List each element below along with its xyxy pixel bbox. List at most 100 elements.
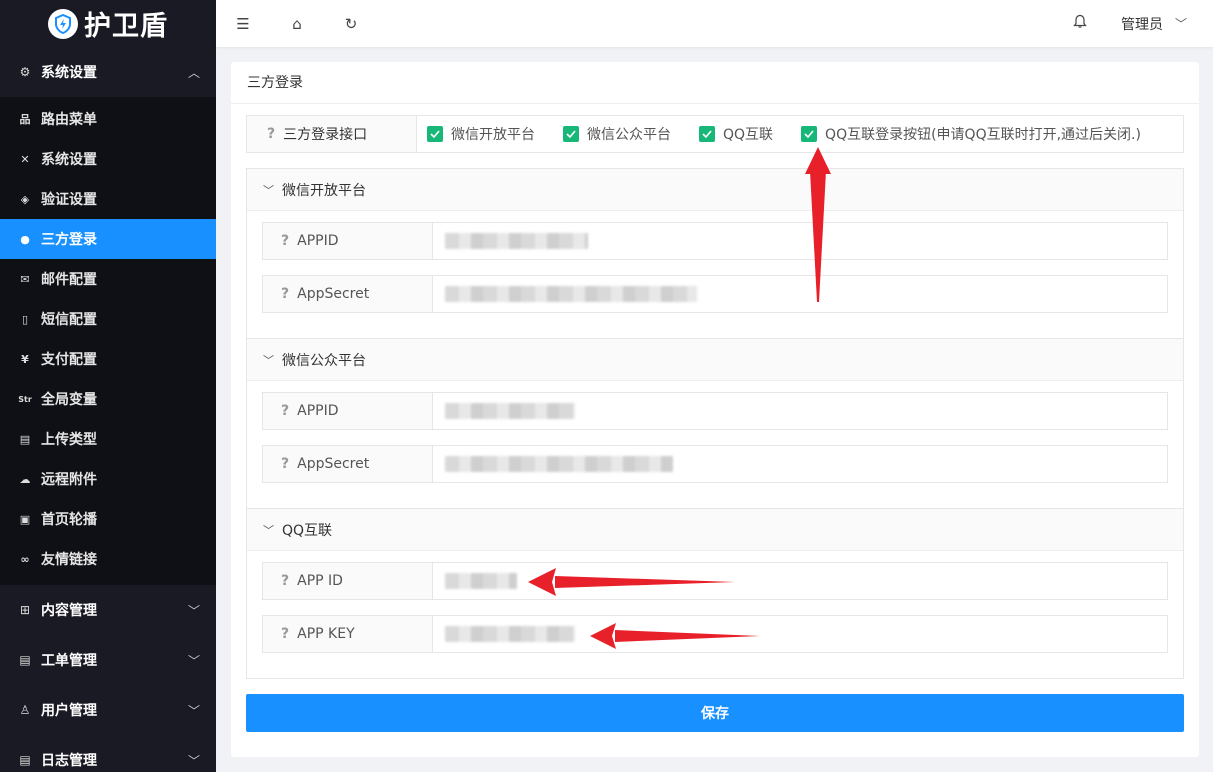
login-interface-row: ? 三方登录接口 微信开放平台 微信公众平台 QQ互联 QQ互联登录按钮(申请Q… [246, 115, 1184, 153]
user-name: 管理员 [1120, 16, 1163, 33]
sidebar-item-system-settings[interactable]: ✕ 系统设置 [0, 139, 216, 179]
sidebar-item-label: 上传类型 [41, 432, 97, 448]
sidebar-item-upload-types[interactable]: ▤ 上传类型 [0, 419, 216, 459]
sidebar-item-label: 支付配置 [41, 352, 97, 368]
field-appsecret: ? AppSecret [262, 445, 1168, 483]
ticket-icon: ▤ [19, 653, 31, 667]
help-icon[interactable]: ? [281, 403, 289, 419]
checkbox-qq[interactable]: QQ互联 [699, 124, 773, 144]
mail-icon: ✉ [20, 272, 30, 286]
chevron-down-icon: ﹀ [1174, 17, 1187, 31]
sidebar-item-label: 三方登录 [41, 232, 97, 248]
redacted-value [445, 286, 697, 302]
help-icon[interactable]: ? [281, 233, 289, 249]
checkbox-label: QQ互联登录按钮(申请QQ互联时打开,通过后关闭.) [825, 127, 1141, 143]
menu-toggle-icon[interactable]: ☰ [216, 15, 270, 33]
redacted-value [445, 403, 575, 419]
section-title: 微信公众平台 [282, 352, 366, 369]
shield-check-icon: ◈ [20, 192, 30, 206]
main-card: 三方登录 ? 三方登录接口 微信开放平台 微信公众平台 QQ互联 QQ互联登录按… [231, 62, 1199, 757]
menu-group-label: 工单管理 [41, 653, 97, 669]
sidebar-item-label: 友情链接 [41, 552, 97, 568]
chevron-down-icon: ﹀ [187, 603, 200, 618]
menu-group-content[interactable]: ⊞ 内容管理 ﹀ [0, 585, 216, 635]
user-icon: ♙ [19, 703, 31, 717]
help-icon[interactable]: ? [281, 626, 289, 642]
variable-icon: Str [18, 394, 32, 404]
chevron-down-icon: ﹀ [187, 703, 200, 718]
field-appid: ? APPID [262, 392, 1168, 430]
section-qq: ﹀ QQ互联 ? APP ID ? APP KEY [246, 508, 1184, 679]
sidebar-item-label: 远程附件 [41, 472, 97, 488]
help-icon[interactable]: ? [267, 126, 275, 142]
menu-group-logs[interactable]: ▤ 日志管理 ﹀ [0, 735, 216, 772]
logo[interactable]: 护卫盾 [0, 0, 216, 47]
sidebar: 护卫盾 ⚙ 系统设置 ︿ 品路由菜单 ✕ 系统设置 ◈ 验证设置 ● 三方登录 ✉ 邮件… [0, 0, 216, 772]
user-menu[interactable]: 管理员 ﹀ [1073, 14, 1213, 34]
checkbox-wechat-open[interactable]: 微信开放平台 [427, 124, 535, 144]
appid-input[interactable] [433, 223, 1167, 259]
sitemap-icon: 品 [19, 113, 31, 126]
sidebar-item-friend-links[interactable]: ∞ 友情链接 [0, 539, 216, 579]
sidebar-item-global-vars[interactable]: Str 全局变量 [0, 379, 216, 419]
section-title: QQ互联 [282, 522, 333, 539]
check-icon [427, 126, 443, 142]
section-wechat-open: ﹀ 微信开放平台 ? APPID ? AppSecret [246, 168, 1184, 339]
section-wechat-mp: ﹀ 微信公众平台 ? APPID ? AppSecret [246, 338, 1184, 509]
appsecret-input[interactable] [433, 276, 1167, 312]
field-label: APPID [297, 403, 339, 419]
sidebar-item-mail[interactable]: ✉ 邮件配置 [0, 259, 216, 299]
app-id-input[interactable] [433, 563, 1167, 599]
top-header: ☰ ⌂ ↻ 管理员 ﹀ [216, 0, 1213, 47]
section-header[interactable]: ﹀ 微信公众平台 [247, 339, 1183, 381]
file-icon: ▤ [19, 432, 31, 446]
shield-logo-icon [48, 8, 78, 39]
field-appsecret: ? AppSecret [262, 275, 1168, 313]
field-app-id: ? APP ID [262, 562, 1168, 600]
sidebar-item-payment[interactable]: ¥ 支付配置 [0, 339, 216, 379]
sidebar-item-label: 系统设置 [41, 152, 97, 168]
checkbox-label: QQ互联 [723, 127, 774, 143]
gear-icon: ⚙ [19, 65, 31, 79]
appsecret-input[interactable] [433, 446, 1167, 482]
help-icon[interactable]: ? [281, 286, 289, 302]
logo-text: 护卫盾 [84, 11, 168, 42]
section-header[interactable]: ﹀ QQ互联 [247, 509, 1183, 551]
check-icon [801, 126, 818, 142]
sidebar-item-label: 短信配置 [41, 312, 97, 328]
section-header[interactable]: ﹀ 微信开放平台 [247, 169, 1183, 211]
menu-group-system[interactable]: ⚙ 系统设置 ︿ [0, 47, 216, 97]
app-key-input[interactable] [433, 616, 1167, 652]
menu-group-label: 内容管理 [41, 603, 97, 619]
help-icon[interactable]: ? [281, 456, 289, 472]
sidebar-item-remote-attachments[interactable]: ☁ 远程附件 [0, 459, 216, 499]
sidebar-item-carousel[interactable]: ▣ 首页轮播 [0, 499, 216, 539]
save-button[interactable]: 保存 [246, 694, 1184, 732]
chevron-down-icon: ﹀ [187, 753, 200, 768]
checkbox-qq-login-button[interactable]: QQ互联登录按钮(申请QQ互联时打开,通过后关闭.) [801, 124, 1141, 144]
sidebar-item-verification[interactable]: ◈ 验证设置 [0, 179, 216, 219]
tools-icon: ✕ [20, 152, 30, 166]
sidebar-item-route-menu[interactable]: 品路由菜单 [0, 99, 216, 139]
field-label: AppSecret [297, 286, 370, 302]
checkbox-wechat-mp[interactable]: 微信公众平台 [563, 124, 671, 144]
help-icon[interactable]: ? [281, 573, 289, 589]
grid-icon: ⊞ [19, 603, 31, 617]
sidebar-item-sms[interactable]: ▯ 短信配置 [0, 299, 216, 339]
field-label: APPID [297, 233, 339, 249]
home-icon[interactable]: ⌂ [270, 15, 324, 33]
refresh-icon[interactable]: ↻ [324, 15, 378, 33]
sidebar-item-label: 邮件配置 [41, 272, 97, 288]
chevron-down-icon: ﹀ [263, 183, 274, 197]
chevron-up-icon: ︿ [187, 65, 200, 80]
link-icon: ∞ [20, 552, 30, 566]
field-label: AppSecret [297, 456, 370, 472]
sidebar-item-label: 全局变量 [41, 392, 97, 408]
interface-options: 微信开放平台 微信公众平台 QQ互联 QQ互联登录按钮(申请QQ互联时打开,通过… [417, 116, 1169, 152]
bell-icon[interactable] [1073, 14, 1087, 33]
system-submenu: 品路由菜单 ✕ 系统设置 ◈ 验证设置 ● 三方登录 ✉ 邮件配置 ▯ 短信配置 ¥ 支付配… [0, 97, 216, 585]
menu-group-tickets[interactable]: ▤ 工单管理 ﹀ [0, 635, 216, 685]
menu-group-users[interactable]: ♙ 用户管理 ﹀ [0, 685, 216, 735]
sidebar-item-third-party-login[interactable]: ● 三方登录 [0, 219, 216, 259]
appid-input[interactable] [433, 393, 1167, 429]
